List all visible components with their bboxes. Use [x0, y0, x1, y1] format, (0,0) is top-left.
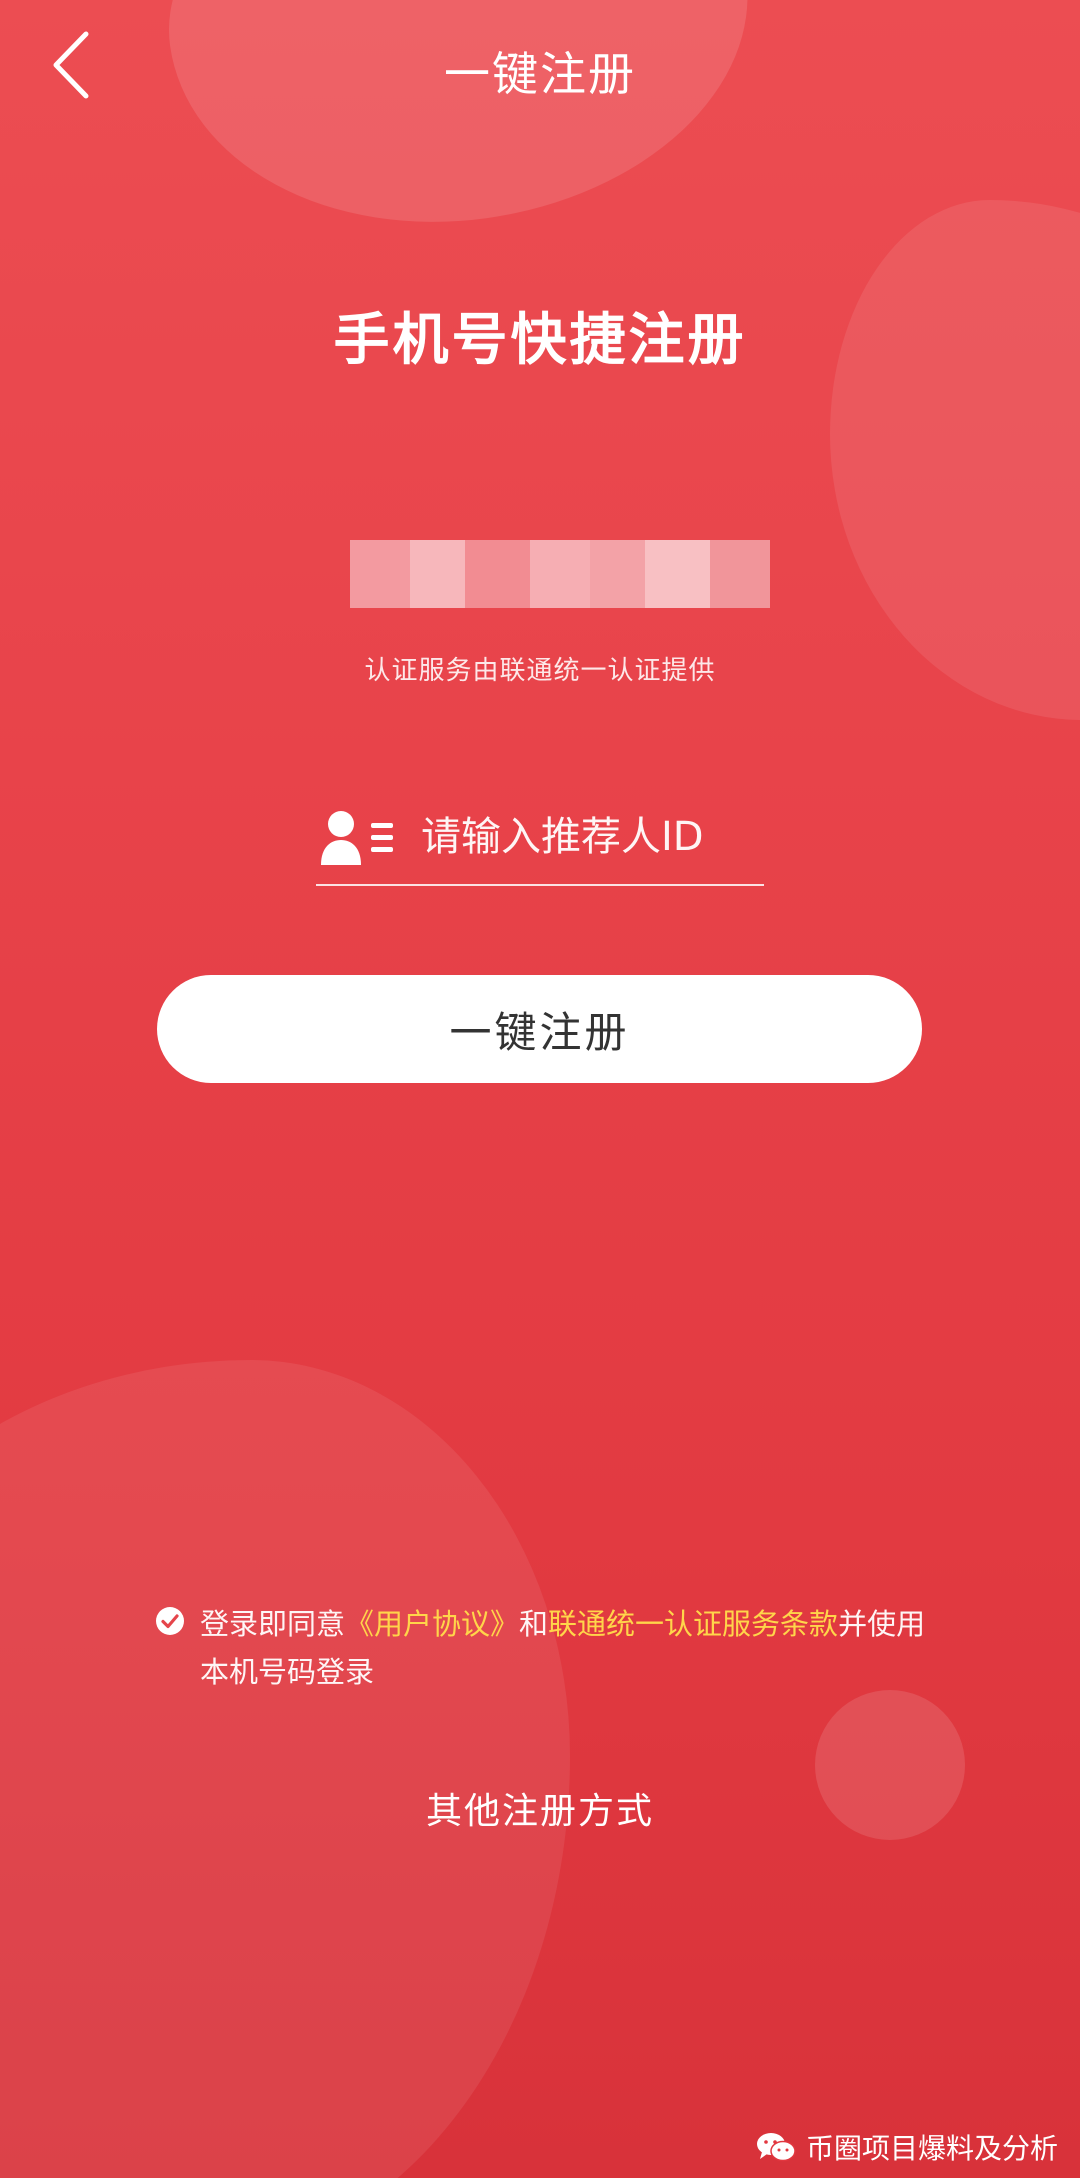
other-register-methods-link[interactable]: 其他注册方式	[0, 1782, 1080, 1834]
mosaic-block	[645, 540, 710, 608]
referrer-id-input[interactable]	[421, 814, 920, 860]
wechat-icon	[757, 2133, 796, 2162]
agreement-notice: 登录即同意《用户协议》和联通统一认证服务条款并使用本机号码登录	[155, 1600, 935, 1696]
agreement-text: 登录即同意《用户协议》和联通统一认证服务条款并使用本机号码登录	[200, 1600, 935, 1696]
register-screen: 一键注册 手机号快捷注册 认证服务由联通统一认证提供 一键注册 登录即同意《用户…	[0, 0, 1080, 2178]
mosaic-block	[530, 540, 590, 608]
user-agreement-link[interactable]: 《用户协议》	[345, 1607, 519, 1641]
watermark: 币圈项目爆料及分析	[756, 2127, 1058, 2167]
one-click-register-button[interactable]: 一键注册	[157, 975, 922, 1083]
referrer-id-field	[316, 790, 920, 886]
mosaic-block	[465, 540, 530, 608]
decorative-blob	[0, 1360, 570, 2178]
agreement-and: 和	[519, 1607, 549, 1641]
header: 一键注册	[0, 0, 1080, 130]
mosaic-block	[350, 540, 410, 608]
auth-provider-note: 认证服务由联通统一认证提供	[364, 656, 716, 686]
watermark-text: 币圈项目爆料及分析	[806, 2132, 1059, 2165]
mosaic-block	[410, 540, 465, 608]
mosaic-block	[710, 540, 770, 608]
check-circle-icon[interactable]	[155, 1606, 185, 1636]
page-title: 一键注册	[444, 47, 636, 101]
decorative-blob	[830, 200, 1080, 720]
agreement-prefix: 登录即同意	[200, 1607, 346, 1641]
main-heading: 手机号快捷注册	[333, 308, 747, 373]
user-list-icon	[321, 811, 393, 865]
auth-terms-link[interactable]: 联通统一认证服务条款	[548, 1607, 838, 1641]
masked-phone-number	[350, 540, 770, 608]
mosaic-block	[590, 540, 645, 608]
